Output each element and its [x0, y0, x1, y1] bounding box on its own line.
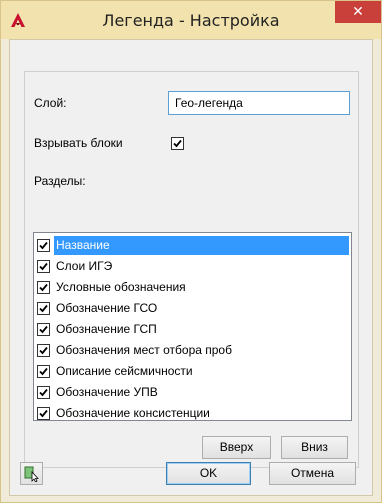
close-button[interactable]: ✕: [335, 1, 381, 23]
layer-label: Слой:: [34, 96, 67, 110]
section-label: Обозначение ГСП: [56, 322, 157, 336]
cancel-button[interactable]: Отмена: [269, 462, 356, 485]
section-item[interactable]: Обозначение ГСО: [34, 298, 351, 319]
window-title: Легенда - Настройка: [102, 11, 280, 30]
sections-list[interactable]: Название Слои ИГЭ Условные обозначения Обоз…: [33, 232, 352, 421]
ok-button[interactable]: OK: [166, 462, 251, 485]
section-item[interactable]: Условные обозначения: [34, 277, 351, 298]
title-bar: Легенда - Настройка ✕: [1, 1, 381, 39]
section-item[interactable]: Слои ИГЭ: [34, 256, 351, 277]
section-item[interactable]: Обозначение УПВ: [34, 382, 351, 403]
section-checkbox[interactable]: [37, 386, 50, 399]
section-item[interactable]: Обозначение ГСП: [34, 319, 351, 340]
move-down-button[interactable]: Вниз: [281, 436, 348, 459]
section-checkbox[interactable]: [37, 365, 50, 378]
section-checkbox[interactable]: [37, 239, 50, 252]
section-item[interactable]: Описание сейсмичности: [34, 361, 351, 382]
section-checkbox[interactable]: [37, 302, 50, 315]
section-label: Обозначение УПВ: [56, 385, 158, 399]
section-label: Обозначение ГСО: [56, 301, 158, 315]
layer-input[interactable]: [168, 91, 350, 115]
explode-blocks-checkbox[interactable]: [171, 137, 184, 150]
section-item[interactable]: Название: [34, 235, 351, 256]
section-label: Название: [54, 236, 349, 255]
section-label: Слои ИГЭ: [56, 259, 113, 273]
section-label: Описание сейсмичности: [56, 364, 193, 378]
section-label: Условные обозначения: [56, 280, 186, 294]
section-label: Обозначение консистенции: [56, 406, 210, 420]
section-checkbox[interactable]: [37, 260, 50, 273]
dialog-body: Слой: Взрывать блоки Разделы: Название Сл…: [9, 39, 373, 496]
section-checkbox[interactable]: [37, 323, 50, 336]
move-up-button[interactable]: Вверх: [202, 436, 271, 459]
section-checkbox[interactable]: [37, 281, 50, 294]
select-object-button[interactable]: [20, 462, 43, 485]
select-object-icon: [24, 466, 40, 485]
section-item[interactable]: Обозначения мест отбора проб: [34, 340, 351, 361]
section-item[interactable]: Обозначение консистенции: [34, 403, 351, 424]
settings-panel: Слой: Взрывать блоки Разделы: Название Сл…: [24, 71, 359, 468]
section-label: Обозначения мест отбора проб: [56, 343, 232, 357]
section-checkbox[interactable]: [37, 344, 50, 357]
sections-label: Разделы:: [34, 174, 86, 188]
section-checkbox[interactable]: [37, 407, 50, 420]
explode-blocks-label: Взрывать блоки: [34, 136, 123, 150]
dialog-window: Легенда - Настройка ✕ Слой: Взрывать бло…: [0, 0, 382, 503]
